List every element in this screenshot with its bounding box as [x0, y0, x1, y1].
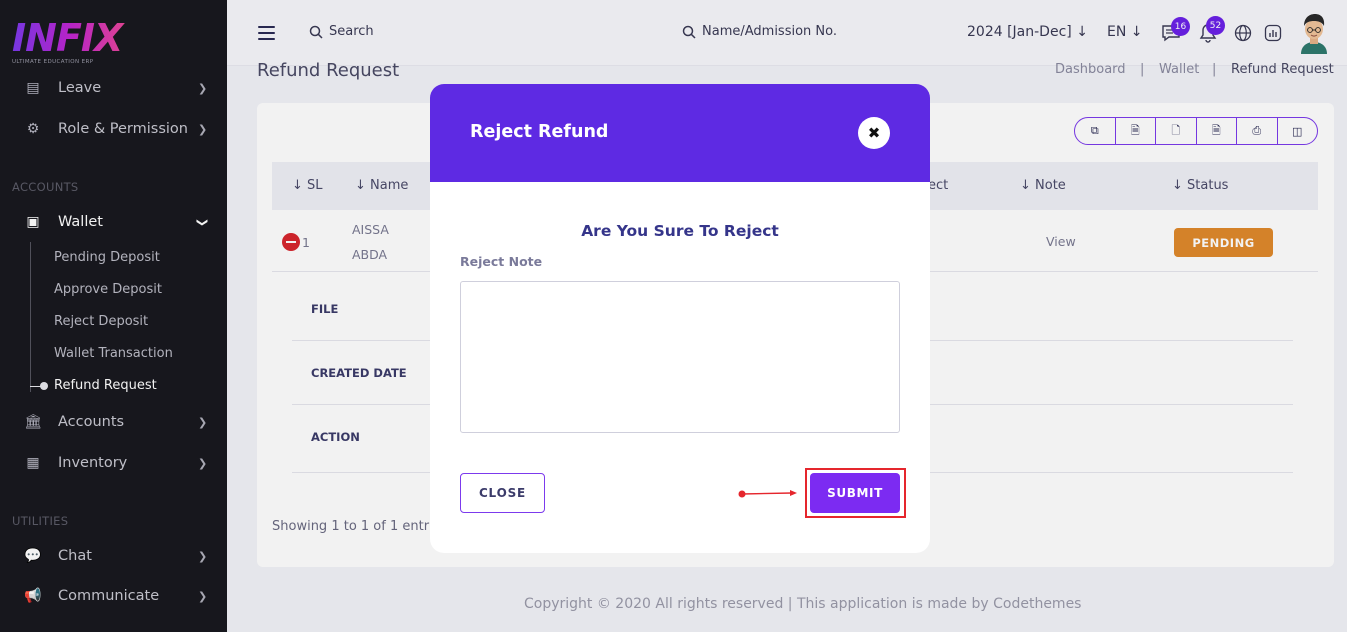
modal-question: Are You Sure To Reject — [581, 222, 779, 240]
reject-note-textarea[interactable] — [460, 281, 900, 433]
highlight-arrow-icon — [738, 490, 797, 498]
close-button[interactable]: CLOSE — [460, 473, 545, 513]
reject-note-label: Reject Note — [460, 254, 543, 269]
modal-header: Reject Refund ✖ — [430, 84, 930, 182]
close-icon[interactable]: ✖ — [858, 117, 890, 149]
highlight-box — [805, 468, 906, 518]
modal-title: Reject Refund — [470, 122, 609, 142]
